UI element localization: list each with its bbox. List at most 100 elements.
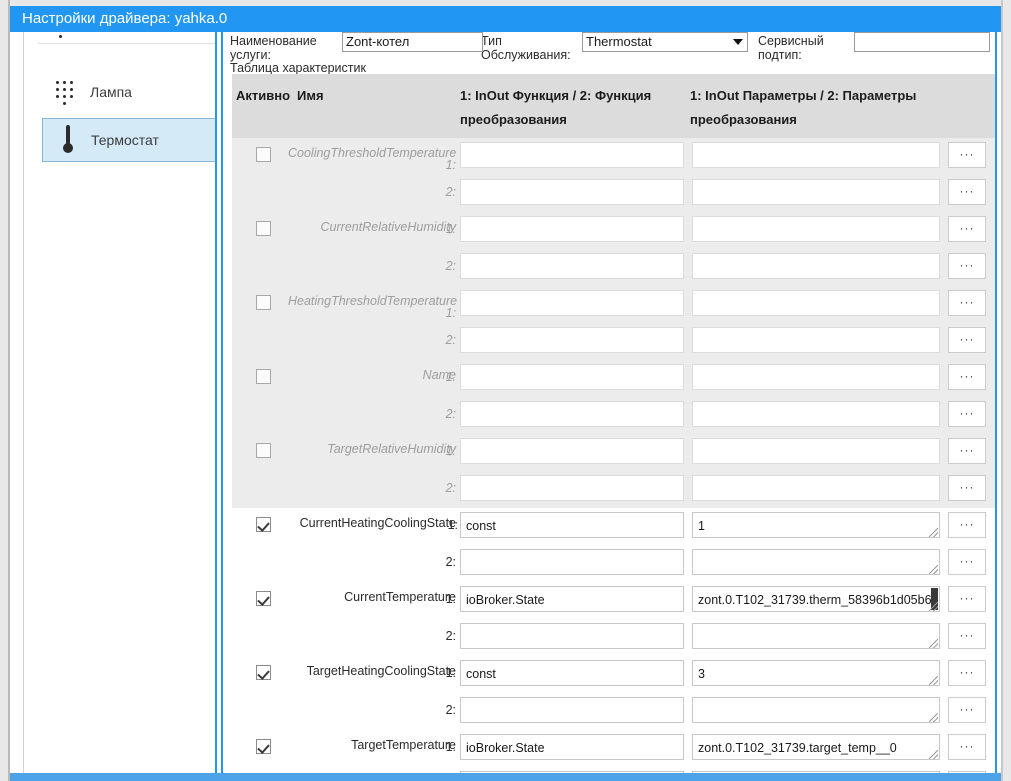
row-name-label: CurrentRelativeHumidity [320, 220, 456, 234]
row-active-checkbox[interactable] [256, 369, 271, 384]
resize-grip-icon[interactable] [929, 565, 938, 574]
function-textarea[interactable] [460, 290, 684, 316]
resize-grip-icon[interactable] [929, 676, 938, 685]
resize-grip-icon[interactable] [929, 750, 938, 759]
column-header-name: Имя [297, 88, 324, 103]
row-active-checkbox[interactable] [256, 665, 271, 680]
resize-grip-icon[interactable] [929, 528, 938, 537]
row-more-button[interactable]: ··· [948, 623, 986, 649]
params-textarea[interactable] [692, 401, 940, 427]
params-textarea[interactable] [692, 253, 940, 279]
params-textarea[interactable] [692, 179, 940, 205]
row-more-button[interactable]: ··· [948, 549, 986, 575]
function-textarea[interactable] [460, 438, 684, 464]
row-more-button[interactable]: ··· [948, 364, 986, 390]
row-active-checkbox[interactable] [256, 517, 271, 532]
main-panel: Наименование услуги: Таблица характерист… [223, 32, 995, 773]
row-more-button[interactable]: ··· [948, 660, 986, 686]
function-textarea[interactable] [460, 623, 684, 649]
table-header-row: Активно Имя 1: InOut Функция / 2: Функци… [232, 74, 995, 138]
row-active-checkbox[interactable] [256, 221, 271, 236]
params-textarea[interactable] [692, 290, 940, 316]
partial-icon [52, 32, 74, 43]
row-more-button[interactable]: ··· [948, 253, 986, 279]
row-active-checkbox[interactable] [256, 591, 271, 606]
row-line-index: 2: [445, 185, 456, 199]
column-header-active: Активно [236, 88, 291, 103]
function-textarea[interactable] [460, 475, 684, 501]
service-type-label: Тип Обслуживания: [481, 34, 571, 62]
function-textarea[interactable] [460, 697, 684, 723]
params-textarea[interactable]: zont.0.T102_31739.therm_58396b1d05b6050 [692, 586, 940, 612]
params-textarea[interactable] [692, 438, 940, 464]
chevron-down-icon [733, 39, 743, 45]
params-textarea[interactable] [692, 327, 940, 353]
params-textarea[interactable] [692, 364, 940, 390]
row-active-checkbox[interactable] [256, 147, 271, 162]
row-active-checkbox[interactable] [256, 739, 271, 754]
function-textarea[interactable] [460, 253, 684, 279]
row-more-button[interactable]: ··· [948, 327, 986, 353]
params-textarea[interactable] [692, 216, 940, 242]
params-textarea[interactable] [692, 771, 940, 773]
function-textarea[interactable] [460, 401, 684, 427]
row-more-button[interactable]: ··· [948, 771, 986, 773]
table-row: TargetRelativeHumidity 1: ··· [232, 434, 995, 471]
service-form: Наименование услуги: Таблица характерист… [223, 32, 995, 75]
row-more-button[interactable]: ··· [948, 734, 986, 760]
row-more-button[interactable]: ··· [948, 142, 986, 168]
function-textarea[interactable]: ioBroker.State [460, 734, 684, 760]
thermometer-icon [51, 123, 85, 157]
sidebar: Лампа Термостат [10, 32, 216, 781]
table-row: 2: ··· [232, 619, 995, 656]
params-textarea[interactable] [692, 549, 940, 575]
row-more-button[interactable]: ··· [948, 438, 986, 464]
sidebar-item-label: Термостат [91, 132, 159, 148]
table-caption: Таблица характеристик [230, 61, 366, 75]
function-textarea[interactable]: ioBroker.State [460, 586, 684, 612]
function-textarea[interactable]: const [460, 512, 684, 538]
params-textarea[interactable] [692, 142, 940, 168]
row-name-label: CurrentHeatingCoolingState [299, 516, 456, 530]
row-line-index: 2: [445, 703, 456, 717]
row-active-checkbox[interactable] [256, 443, 271, 458]
function-textarea[interactable] [460, 216, 684, 242]
row-more-button[interactable]: ··· [948, 179, 986, 205]
function-textarea[interactable] [460, 142, 684, 168]
params-textarea[interactable] [692, 623, 940, 649]
sidebar-item-partial-above[interactable] [38, 32, 216, 44]
sidebar-item-lampa[interactable]: Лампа [42, 70, 216, 114]
resize-grip-icon[interactable] [929, 602, 938, 611]
params-textarea[interactable] [692, 697, 940, 723]
row-more-button[interactable]: ··· [948, 697, 986, 723]
row-line-index: 1: [445, 306, 456, 320]
function-textarea[interactable] [460, 771, 684, 773]
function-textarea[interactable] [460, 179, 684, 205]
service-name-input[interactable]: Zont-котел [342, 32, 483, 52]
window-frame-right [1003, 0, 1011, 781]
row-more-button[interactable]: ··· [948, 290, 986, 316]
service-type-value: Thermostat [586, 34, 652, 49]
params-textarea[interactable]: 1 [692, 512, 940, 538]
function-textarea[interactable] [460, 549, 684, 575]
row-active-checkbox[interactable] [256, 295, 271, 310]
sidebar-item-termostat[interactable]: Термостат [42, 118, 216, 162]
table-row: 2: ··· [232, 693, 995, 730]
row-more-button[interactable]: ··· [948, 586, 986, 612]
function-textarea[interactable]: const [460, 660, 684, 686]
function-textarea[interactable] [460, 327, 684, 353]
row-more-button[interactable]: ··· [948, 216, 986, 242]
row-more-button[interactable]: ··· [948, 401, 986, 427]
params-textarea[interactable]: 3 [692, 660, 940, 686]
resize-grip-icon[interactable] [929, 713, 938, 722]
service-type-select[interactable]: Thermostat [582, 32, 748, 52]
resize-grip-icon[interactable] [929, 639, 938, 648]
params-textarea[interactable] [692, 475, 940, 501]
service-subtype-input[interactable] [854, 32, 990, 52]
table-row: CurrentHeatingCoolingState 1: const 1 ··· [232, 508, 995, 545]
row-name-label: TargetRelativeHumidity [327, 442, 456, 456]
function-textarea[interactable] [460, 364, 684, 390]
params-textarea[interactable]: zont.0.T102_31739.target_temp__0 [692, 734, 940, 760]
row-more-button[interactable]: ··· [948, 475, 986, 501]
row-more-button[interactable]: ··· [948, 512, 986, 538]
